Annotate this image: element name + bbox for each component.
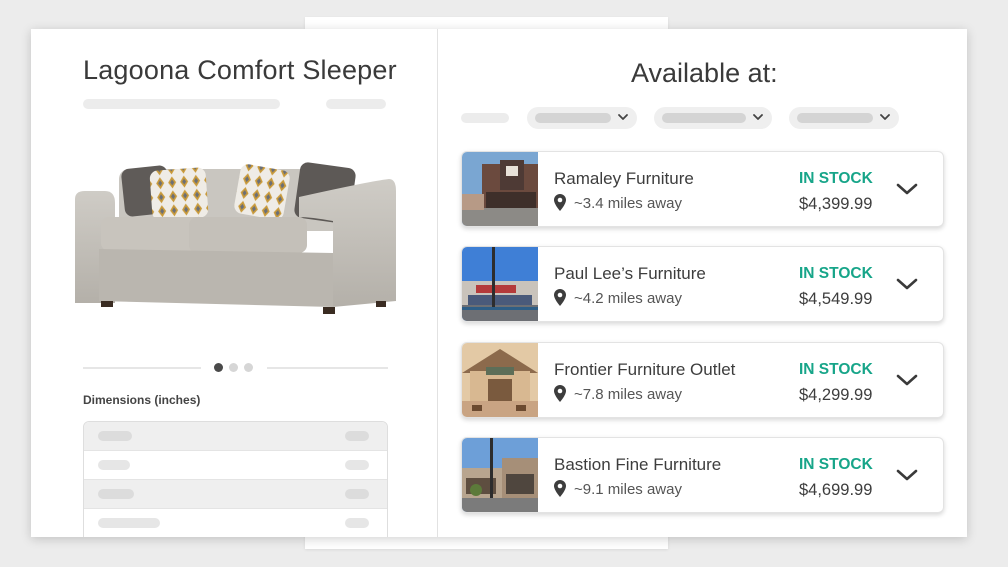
filter-dropdown-1[interactable] [527, 107, 637, 129]
table-row [84, 480, 387, 509]
store-name: Frontier Furniture Outlet [554, 360, 736, 379]
table-row [84, 451, 387, 480]
stock-status: IN STOCK [799, 170, 873, 187]
chevron-down-icon[interactable] [896, 275, 918, 293]
map-pin-icon [554, 194, 566, 211]
store-distance: ~7.8 miles away [574, 386, 682, 403]
chevron-down-icon[interactable] [896, 371, 918, 389]
table-row [84, 509, 387, 537]
availability-title: Available at: [631, 58, 778, 88]
filter-dropdown-3[interactable] [789, 107, 899, 129]
chevron-down-icon [618, 114, 628, 120]
store-card[interactable]: Bastion Fine Furniture ~9.1 miles away I… [461, 437, 944, 513]
stock-status: IN STOCK [799, 265, 873, 282]
subtitle-placeholder [83, 99, 280, 109]
filter-label-placeholder [461, 113, 509, 123]
carousel-line-left [83, 367, 201, 369]
map-pin-icon [554, 289, 566, 306]
carousel-dot-1[interactable] [214, 363, 223, 372]
store-distance: ~3.4 miles away [574, 195, 682, 212]
chevron-down-icon [753, 114, 763, 120]
store-distance: ~4.2 miles away [574, 290, 682, 307]
stock-status: IN STOCK [799, 456, 873, 473]
filter-dropdown-2[interactable] [654, 107, 772, 129]
store-card[interactable]: Paul Lee’s Furniture ~4.2 miles away IN … [461, 246, 944, 322]
store-photo [462, 152, 538, 226]
store-photo [462, 343, 538, 417]
store-name: Bastion Fine Furniture [554, 455, 722, 474]
chevron-down-icon[interactable] [896, 466, 918, 484]
store-price: $4,549.99 [799, 290, 873, 308]
store-price: $4,399.99 [799, 195, 873, 213]
rating-placeholder [326, 99, 386, 109]
carousel-line-right [267, 367, 388, 369]
dimensions-table [83, 421, 388, 537]
store-price: $4,699.99 [799, 481, 873, 499]
carousel-dot-3[interactable] [244, 363, 253, 372]
map-pin-icon [554, 385, 566, 402]
store-distance: ~9.1 miles away [574, 481, 682, 498]
dimensions-label: Dimensions (inches) [83, 393, 201, 407]
product-availability-card: Lagoona Comfort Sleeper Dimensions (inch… [31, 29, 967, 537]
store-card[interactable]: Ramaley Furniture ~3.4 miles away IN STO… [461, 151, 944, 227]
product-title: Lagoona Comfort Sleeper [83, 55, 397, 85]
store-name: Ramaley Furniture [554, 169, 694, 188]
table-row [84, 422, 387, 451]
store-photo [462, 438, 538, 512]
sofa-product-image[interactable] [71, 161, 396, 316]
store-photo [462, 247, 538, 321]
chevron-down-icon[interactable] [896, 180, 918, 198]
store-price: $4,299.99 [799, 386, 873, 404]
stock-status: IN STOCK [799, 361, 873, 378]
panel-divider [437, 29, 438, 537]
carousel-dot-2[interactable] [229, 363, 238, 372]
chevron-down-icon [880, 114, 890, 120]
store-card[interactable]: Frontier Furniture Outlet ~7.8 miles awa… [461, 342, 944, 418]
map-pin-icon [554, 480, 566, 497]
store-name: Paul Lee’s Furniture [554, 264, 706, 283]
